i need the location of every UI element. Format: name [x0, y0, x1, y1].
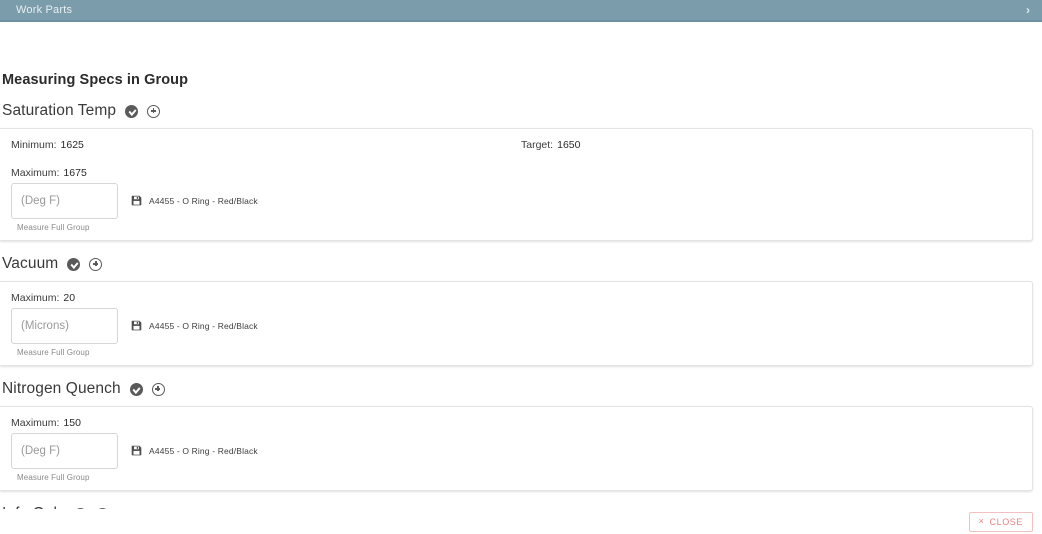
- close-x-icon: ×: [978, 516, 985, 526]
- close-button[interactable]: × CLOSE: [968, 511, 1033, 532]
- measurement-input-wrap: Measure Full Group: [11, 183, 118, 232]
- spec-limit-left-value: 150: [63, 417, 81, 429]
- measure-full-group-caption: Measure Full Group: [17, 473, 90, 482]
- floppy-disk-save-icon[interactable]: [131, 320, 142, 331]
- circle-plus-icon[interactable]: [151, 382, 165, 396]
- part-save-row[interactable]: A4455 - O Ring - Red/Black: [131, 445, 258, 456]
- part-save-row[interactable]: A4455 - O Ring - Red/Black: [131, 320, 258, 331]
- spec-limit-left-label: Maximum:: [11, 167, 60, 179]
- spec-limit-right: Target: 1650: [521, 139, 580, 151]
- spec-limit-left: Maximum: 150: [11, 417, 521, 429]
- floppy-disk-save-icon[interactable]: [131, 195, 142, 206]
- circle-plus-icon[interactable]: [147, 104, 161, 118]
- spec-limit-line: Maximum: 1675: [0, 167, 1032, 179]
- circle-chevron-down-icon[interactable]: [67, 257, 81, 271]
- spec-group-header: Vacuum: [0, 253, 1042, 275]
- spec-limit-right-value: 1650: [557, 139, 581, 151]
- floppy-disk-save-icon[interactable]: [131, 445, 142, 456]
- spec-group-list: Saturation Temp Minimum: 1625 Target: 1650 Ma…: [0, 100, 1042, 509]
- specs-scroll-container[interactable]: Measuring Specs in Group Saturation Temp…: [0, 22, 1042, 509]
- spec-limit-left-value: 1625: [60, 139, 84, 151]
- measure-full-group-caption: Measure Full Group: [17, 348, 90, 357]
- spec-limit-left-value: 1675: [63, 167, 87, 179]
- spec-group-name: Nitrogen Quench: [2, 380, 121, 397]
- measurement-input[interactable]: [11, 308, 118, 344]
- part-label: A4455 - O Ring - Red/Black: [149, 320, 258, 331]
- spec-limit-left: Maximum: 20: [11, 292, 521, 304]
- spec-card: Maximum:20 Measure Full Group A4455 - O Ri…: [0, 281, 1033, 366]
- spec-group-header: Saturation Temp: [0, 100, 1042, 122]
- spec-group-name: Saturation Temp: [2, 102, 117, 119]
- spec-group: Nitrogen QuenchMaximum:150Measure Full G…: [0, 378, 1042, 491]
- circle-plus-icon[interactable]: [89, 257, 103, 271]
- spec-limit-left-label: Maximum:: [11, 417, 60, 429]
- spec-card: Minimum:1625Target:1650Maximum:1675Measu…: [0, 128, 1033, 241]
- spec-limit-left-label: Maximum:: [11, 292, 60, 304]
- spec-limit-line: Minimum: 1625 Target: 1650: [0, 139, 1032, 151]
- spec-group-header: Nitrogen Quench: [0, 378, 1042, 400]
- app-bar: Work Parts ›: [0, 0, 1042, 22]
- spec-limit-left-value: 20: [63, 292, 76, 304]
- app-bar-title: Work Parts: [16, 4, 73, 16]
- spec-limit-left: Minimum: 1625: [11, 139, 521, 151]
- part-save-row[interactable]: A4455 - O Ring - Red/Black: [131, 195, 258, 206]
- measurement-input[interactable]: [11, 183, 118, 219]
- spec-group: Vacuum Maximum:20 Measure Full Group A4455 …: [0, 253, 1042, 366]
- spec-limit-right-label: Target:: [521, 139, 554, 151]
- dialog-footer: × CLOSE: [0, 509, 1042, 534]
- spec-limit-left-label: Minimum:: [11, 139, 57, 151]
- circle-chevron-down-icon[interactable]: [129, 382, 143, 396]
- circle-chevron-down-icon[interactable]: [125, 104, 139, 118]
- measurement-input[interactable]: [11, 433, 118, 469]
- page-title: Measuring Specs in Group: [2, 72, 189, 88]
- spec-group-name: Vacuum: [2, 255, 59, 272]
- measure-full-group-caption: Measure Full Group: [17, 223, 90, 232]
- spec-card: Maximum:150 Measure Full Group A4455 - O R…: [0, 406, 1033, 491]
- part-label: A4455 - O Ring - Red/Black: [149, 195, 258, 206]
- measurement-input-wrap: Measure Full Group: [11, 308, 118, 357]
- chevron-right-icon[interactable]: ›: [1024, 4, 1032, 16]
- measurement-input-wrap: Measure Full Group: [11, 433, 118, 482]
- spec-limit-line: Maximum: 150: [0, 417, 1032, 429]
- spec-limit-left: Maximum: 1675: [11, 167, 521, 179]
- close-button-label: CLOSE: [989, 516, 1023, 527]
- measurement-entry-row: Measure Full Group A4455 - O Ring - Red/B…: [0, 429, 1032, 482]
- spec-group: Saturation Temp Minimum: 1625 Target: 1650 Ma…: [0, 100, 1042, 241]
- part-label: A4455 - O Ring - Red/Black: [149, 445, 258, 456]
- measurement-entry-row: Measure Full Group A4455 - O Ring - Red/B…: [0, 304, 1032, 357]
- spec-limit-line: Maximum: 20: [0, 292, 1032, 304]
- measurement-entry-row: Measure Full Group A4455 - O Ring - Red/B…: [0, 179, 1032, 232]
